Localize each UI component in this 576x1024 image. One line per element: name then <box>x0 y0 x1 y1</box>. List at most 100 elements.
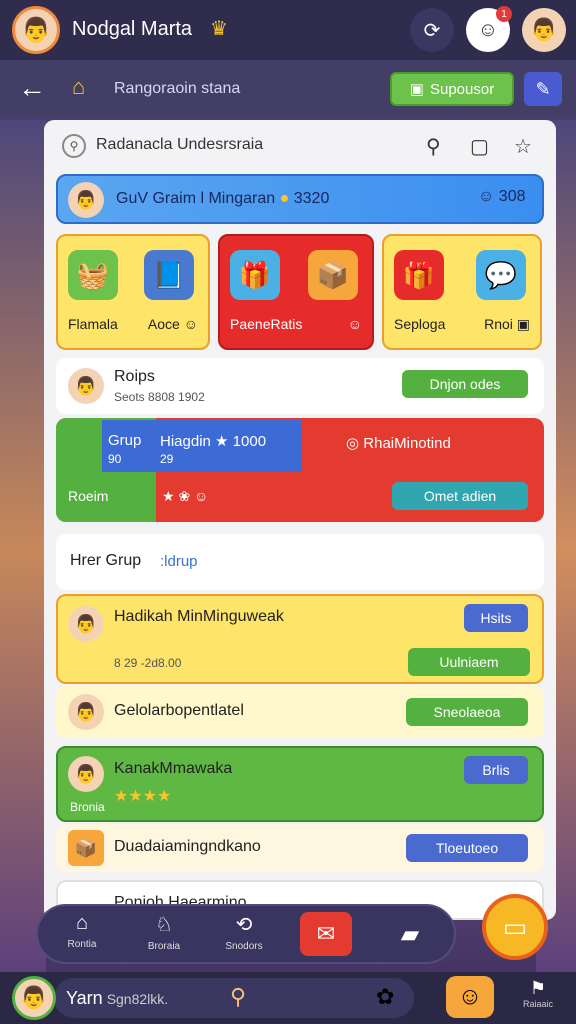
section-title: Hrer Grup <box>70 552 142 569</box>
rating-stars: ★★★★ <box>114 788 172 805</box>
tile-label: PaeneRatis <box>230 316 303 332</box>
dock-item-refresh[interactable]: ⟲ Snodors <box>214 912 274 952</box>
split-row[interactable]: Grup 90 Hiagdin ★ 1000 29 ◎ RhaiMinotind… <box>56 418 544 522</box>
user-avatar[interactable]: 👨 <box>12 976 56 1020</box>
smiley-icon: ☺ <box>478 188 495 205</box>
item-name: Gelolarbopentlatel <box>114 702 244 719</box>
avatar: 👨 <box>68 182 104 218</box>
link-icon: ⚲ <box>62 134 86 158</box>
refresh-icon: ⟲ <box>235 914 253 936</box>
action-button[interactable]: Tloeutoeo <box>406 834 528 862</box>
avatar: 👨 <box>68 368 104 404</box>
gift-icon: ▣ <box>409 81 424 98</box>
mail-icon: ✉ <box>316 921 336 946</box>
list-item[interactable]: 👨 Gelolarbopentlatel Sneolaeoa <box>56 686 544 738</box>
bell-icon: ♘ <box>155 914 173 936</box>
bottom-label: Roeim <box>68 488 109 504</box>
gift-box-icon: 🎁 <box>394 250 444 300</box>
banner-row[interactable]: 👨 GuV Graim l Mingaran ● 3320 ☺ 308 <box>56 174 544 224</box>
chat-button[interactable]: ☺ 1 <box>466 6 512 52</box>
dock-item-notifications[interactable]: ♘ Broraia <box>134 912 194 952</box>
bottom-dock: ⌂ Rontia ♘ Broraia ⟲ Snodors ✉ ▰ <box>36 904 456 964</box>
coin-icon: ● <box>279 190 290 207</box>
book-icon: 📘 <box>144 250 194 300</box>
section-header: Hrer Grup :ldrup <box>56 534 544 590</box>
banner-score: ☺ 308 <box>478 188 526 205</box>
basket-icon: 🧺 <box>68 250 118 300</box>
profile-avatar[interactable]: 👨 <box>12 6 60 54</box>
list-item[interactable]: 👨 KanakMmawaka Bronia ★★★★ Brlis <box>56 746 544 822</box>
list-item[interactable]: 👨 Hadikah MinMinguweak 8 29 -2d8.00 Hsit… <box>56 594 544 684</box>
top-bar: 👨 Nodgal Marta ♛ ⟳ ☺ 1 👨 <box>0 0 576 60</box>
chest-icon: 📦 <box>68 830 104 866</box>
omet-button[interactable]: Omet adien <box>392 482 528 510</box>
mail-button[interactable]: ✉ <box>300 912 352 956</box>
message-icon[interactable]: ▢ <box>470 134 489 159</box>
tile-label: Rnoi ▣ <box>484 316 530 332</box>
row-sub: Seots 8808 1902 <box>114 390 205 404</box>
join-button[interactable]: Dnjon odes <box>402 370 528 398</box>
note-button[interactable]: ▰ <box>388 914 432 954</box>
item-name: Hadikah MinMinguweak <box>114 608 284 625</box>
tile-seploga[interactable]: 🎁 💬 Seploga Rnoi ▣ <box>382 234 542 350</box>
search-icon[interactable]: ⚲ <box>230 984 246 1010</box>
chest-icon: 📦 <box>308 250 358 300</box>
dock-item-home[interactable]: ⌂ Rontia <box>52 912 112 950</box>
group-number: 90 <box>108 452 122 466</box>
chat-bubble-icon: 💬 <box>476 250 526 300</box>
item-sub: Bronia <box>70 800 105 814</box>
badge-button[interactable]: Hsits <box>464 604 528 632</box>
background-left <box>0 120 46 980</box>
list-item[interactable]: 📦 Duadaiamingndkano Tloeutoeo <box>56 824 544 872</box>
item-name: KanakMmawaka <box>114 760 233 777</box>
smiley-icon: ☺ <box>347 316 362 332</box>
star-icon[interactable]: ☆ <box>514 134 532 159</box>
tile-label: Seploga <box>394 316 446 332</box>
card-header: ⚲ Radanacla Undesrsraia ⚲ ▢ ☆ <box>44 120 556 170</box>
card-title: Radanacla Undesrsraia <box>96 136 264 153</box>
refresh-button[interactable]: ⟳ <box>410 8 454 52</box>
avatar: 👨 <box>68 756 104 792</box>
badge-button[interactable]: Brlis <box>464 756 528 784</box>
home-icon[interactable]: ⌂ <box>72 74 85 100</box>
box-icon: 🎁 <box>230 250 280 300</box>
action-button[interactable]: Sneolaeoa <box>406 698 528 726</box>
alert-icon: ⚑ <box>529 978 547 998</box>
user-avatar-button[interactable]: 👨 <box>522 8 566 52</box>
back-arrow-icon[interactable]: ← <box>18 72 46 104</box>
right-name: ◎ RhaiMinotind <box>346 435 451 452</box>
item-name: Duadaiamingndkano <box>114 838 261 855</box>
tile-label: Flamala <box>68 316 118 332</box>
banner-title: GuV Graim l Mingaran ● 3320 <box>116 190 330 207</box>
sponsor-button[interactable]: ▣ Supousor <box>390 72 514 106</box>
nav-bar: ← ⌂ Rangoraoin stana ▣ Supousor ✎ <box>0 60 576 118</box>
emoji-row: ★ ❀ ☺ <box>162 488 209 504</box>
tile-flamala[interactable]: 🧺 📘 Flamala Aoce ☺ <box>56 234 210 350</box>
location-icon[interactable]: ⚲ <box>426 134 441 159</box>
groups-row[interactable]: 👨 Roips Seots 8808 1902 Dnjon odes <box>56 358 544 414</box>
tile-label: Aoce ☺ <box>147 316 198 332</box>
emoji-button[interactable]: ☺ <box>446 976 494 1018</box>
action-button[interactable]: Uulniaem <box>408 648 530 676</box>
tile-paeneratis[interactable]: 🎁 📦 PaeneRatis ☺ <box>218 234 374 350</box>
avatar: 👨 <box>68 606 104 642</box>
section-sub: :ldrup <box>160 553 198 570</box>
notification-badge: 1 <box>496 6 512 22</box>
feature-tiles: 🧺 📘 Flamala Aoce ☺ 🎁 📦 PaeneRatis ☺ 🎁 💬 … <box>56 234 544 350</box>
highlight-sub: 29 <box>160 452 174 466</box>
alerts-button[interactable]: ⚑ Raiaaic <box>516 978 560 1009</box>
cookie-icon[interactable]: ✿ <box>376 984 394 1010</box>
group-label: Grup <box>108 432 142 449</box>
sponsor-label: Supousor <box>429 80 495 98</box>
row-name: Roips <box>114 368 155 385</box>
share-button[interactable]: ✎ <box>524 72 562 106</box>
home-icon: ⌂ <box>75 912 89 934</box>
main-card: ⚲ Radanacla Undesrsraia ⚲ ▢ ☆ 👨 GuV Grai… <box>44 120 556 920</box>
bottom-bar: 👨 Yarn Sgn82lkk. ⚲ ✿ ☺ ⚑ Raiaaic <box>0 972 576 1024</box>
chat-fab-button[interactable]: ▭ <box>482 894 548 960</box>
profile-name: Nodgal Marta <box>72 18 193 40</box>
user-name: Yarn Sgn82lkk. <box>66 988 169 1008</box>
note-icon: ▰ <box>400 920 420 948</box>
breadcrumb: Rangoraoin stana <box>114 80 241 97</box>
item-sub: 8 29 -2d8.00 <box>114 656 182 670</box>
